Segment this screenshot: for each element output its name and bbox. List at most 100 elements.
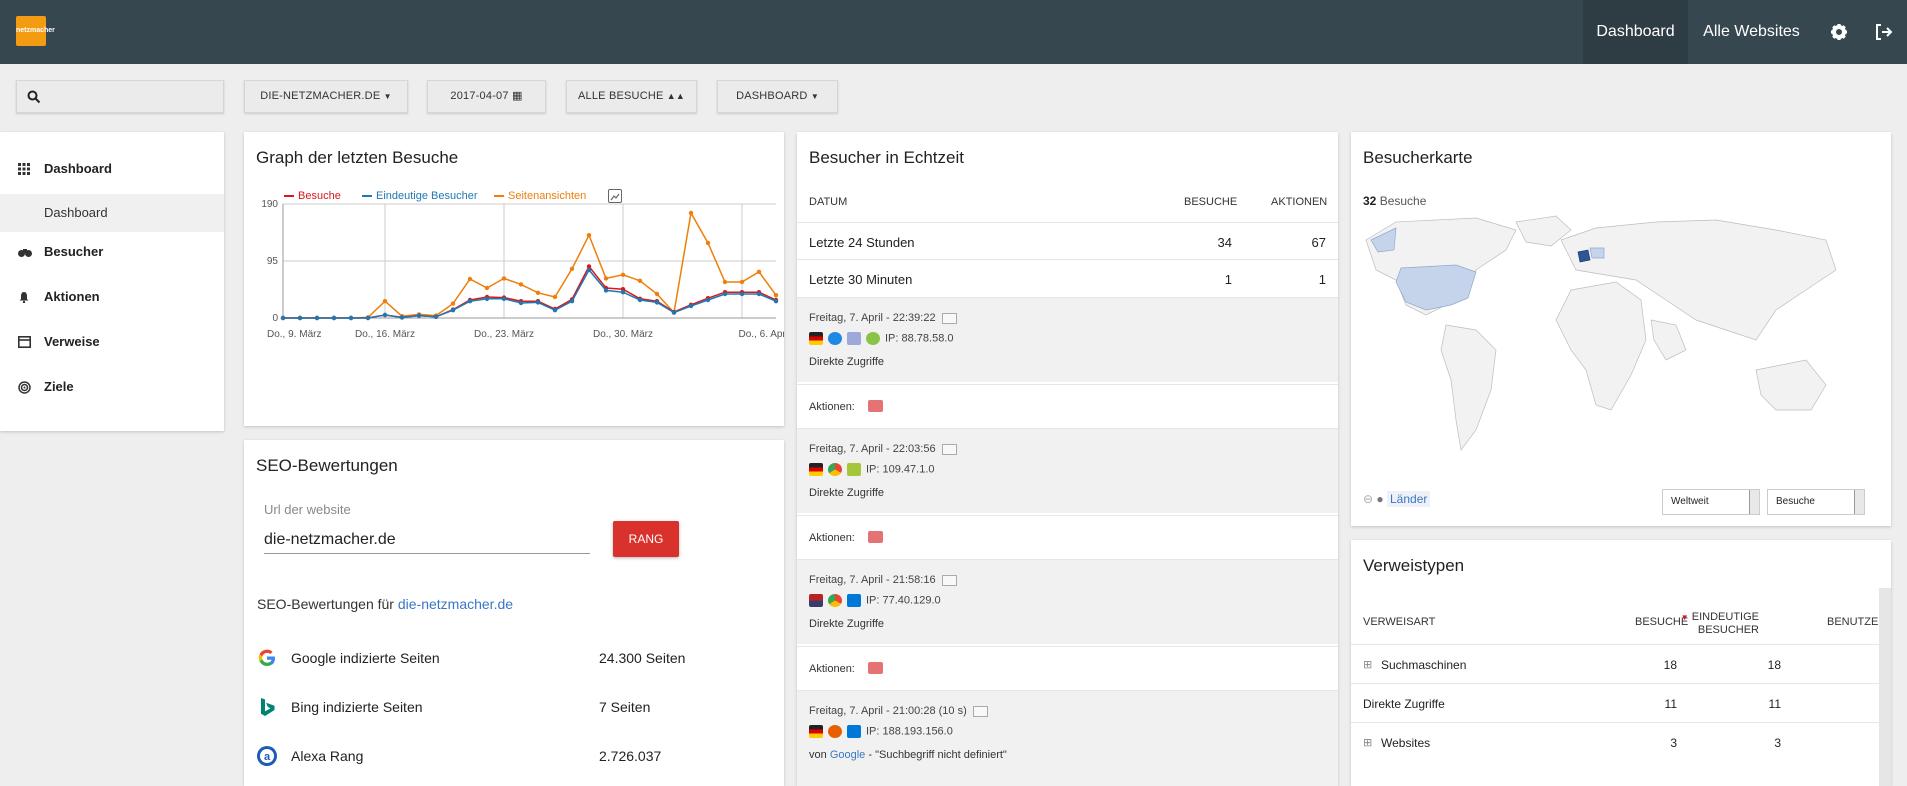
source-link[interactable]: Google — [830, 749, 865, 761]
sidebar-item-dashboard[interactable]: Dashboard — [0, 150, 224, 188]
visit-entry[interactable]: Freitag, 7. April - 22:03:56 IP: 109.47.… — [797, 428, 1338, 513]
data-point[interactable] — [331, 315, 337, 321]
visit-entry[interactable]: Freitag, 7. April - 22:39:22 IP: 88.78.5… — [797, 297, 1338, 382]
logo[interactable]: netzmacher — [16, 16, 55, 46]
date-selector[interactable]: 2017-04-07 ▦ — [427, 80, 546, 113]
data-point[interactable] — [603, 288, 609, 293]
metric-select[interactable]: Besuche — [1767, 489, 1865, 515]
region-select[interactable]: Weltweit — [1662, 489, 1760, 515]
gear-icon[interactable] — [1825, 18, 1853, 46]
data-point[interactable] — [399, 315, 405, 320]
data-point[interactable] — [535, 300, 541, 305]
folder-icon[interactable] — [868, 662, 883, 674]
data-point[interactable] — [705, 240, 711, 246]
data-point[interactable] — [467, 276, 473, 282]
table-row[interactable]: ⊞ Websites 3 3 — [1351, 722, 1891, 761]
data-point[interactable] — [654, 291, 660, 297]
data-point[interactable] — [586, 233, 592, 238]
data-point[interactable] — [484, 285, 490, 291]
row-actions: 67 — [1311, 235, 1326, 250]
seo-for-link[interactable]: die-netzmacher.de — [398, 596, 513, 612]
laender-link[interactable]: Länder — [1387, 491, 1431, 507]
visit-count-label: Besuche — [1379, 194, 1427, 208]
data-point[interactable] — [688, 210, 694, 216]
sidebar-subitem-dashboard[interactable]: Dashboard — [0, 194, 224, 232]
data-point[interactable] — [756, 269, 762, 274]
nav-dashboard[interactable]: Dashboard — [1583, 0, 1688, 64]
data-point[interactable] — [552, 294, 558, 300]
data-point[interactable] — [569, 266, 575, 271]
segment-selector[interactable]: ALLE BESUCHE ▲▲ — [566, 80, 697, 113]
data-point[interactable] — [382, 299, 388, 304]
sidebar-item-ziele[interactable]: Ziele — [0, 368, 224, 406]
data-point[interactable] — [671, 310, 677, 315]
globe-icon[interactable]: ● — [1376, 492, 1383, 506]
nav-alle-websites[interactable]: Alle Websites — [1688, 0, 1815, 64]
flag-de-icon — [809, 463, 823, 476]
search-input[interactable] — [16, 80, 224, 113]
data-point[interactable] — [450, 301, 456, 306]
data-point[interactable] — [467, 299, 473, 304]
data-point[interactable] — [484, 296, 490, 301]
view-selector[interactable]: DASHBOARD ▼ — [717, 80, 838, 113]
data-point[interactable] — [722, 291, 728, 297]
world-map[interactable] — [1356, 210, 1886, 480]
logout-icon[interactable] — [1869, 18, 1897, 46]
data-point[interactable] — [501, 276, 507, 281]
data-point[interactable] — [637, 297, 643, 303]
visitor-profile-icon[interactable] — [941, 312, 957, 324]
data-point[interactable] — [722, 279, 728, 285]
rang-button[interactable]: RANG — [613, 521, 679, 557]
visit-entry[interactable]: Freitag, 7. April - 21:00:28 (10 s) IP: … — [797, 690, 1338, 786]
data-point[interactable] — [620, 272, 626, 277]
data-point[interactable] — [416, 313, 422, 318]
table-row[interactable]: ⊞ Suchmaschinen 18 18 — [1351, 644, 1891, 683]
folder-icon[interactable] — [868, 400, 883, 412]
expand-icon[interactable]: ⊞ — [1363, 736, 1372, 749]
zoom-out-icon[interactable]: ⊖ — [1363, 492, 1373, 506]
data-point[interactable] — [688, 303, 694, 309]
data-point[interactable] — [382, 312, 388, 318]
data-point[interactable] — [654, 300, 660, 305]
sidebar-item-aktionen[interactable]: Aktionen — [0, 278, 224, 316]
data-point[interactable] — [280, 315, 286, 321]
data-point[interactable] — [501, 296, 507, 301]
data-point[interactable] — [365, 315, 371, 321]
folder-icon[interactable] — [868, 531, 883, 543]
data-point[interactable] — [705, 297, 711, 303]
map-region-poland[interactable] — [1589, 247, 1605, 259]
data-point[interactable] — [535, 290, 541, 295]
row-label: Letzte 24 Stunden — [809, 235, 915, 250]
data-point[interactable] — [348, 315, 354, 321]
data-point[interactable] — [637, 278, 643, 283]
data-point[interactable] — [739, 279, 745, 285]
data-point[interactable] — [603, 276, 609, 281]
url-input[interactable] — [264, 526, 590, 554]
data-point[interactable] — [569, 299, 575, 304]
data-point[interactable] — [620, 290, 626, 295]
table-row[interactable]: Direkte Zugriffe 11 11 — [1351, 683, 1891, 722]
sidebar-item-besucher[interactable]: Besucher — [0, 233, 224, 271]
data-point[interactable] — [314, 315, 320, 321]
visitor-profile-icon[interactable] — [941, 574, 957, 586]
data-point[interactable] — [756, 291, 762, 297]
data-point[interactable] — [739, 291, 745, 297]
data-point[interactable] — [773, 299, 779, 304]
data-point[interactable] — [518, 282, 524, 287]
col-header-eindeutige[interactable]: ▼ EINDEUTIGE BESUCHER — [1661, 611, 1759, 636]
data-point[interactable] — [433, 314, 439, 319]
data-point[interactable] — [297, 315, 303, 321]
map-region-germany[interactable] — [1577, 249, 1591, 263]
visitor-profile-icon[interactable] — [941, 443, 957, 455]
visit-entry[interactable]: Freitag, 7. April - 21:58:16 IP: 77.40.1… — [797, 559, 1338, 644]
data-point[interactable] — [552, 308, 558, 313]
sidebar-item-verweise[interactable]: Verweise — [0, 323, 224, 361]
data-point[interactable] — [586, 267, 592, 273]
scrollbar[interactable] — [1879, 588, 1891, 786]
data-point[interactable] — [450, 308, 456, 313]
data-point[interactable] — [773, 293, 779, 298]
data-point[interactable] — [518, 300, 524, 306]
site-selector[interactable]: DIE-NETZMACHER.DE ▼ — [244, 80, 408, 113]
visitor-profile-icon[interactable] — [972, 705, 988, 717]
expand-icon[interactable]: ⊞ — [1363, 658, 1372, 671]
